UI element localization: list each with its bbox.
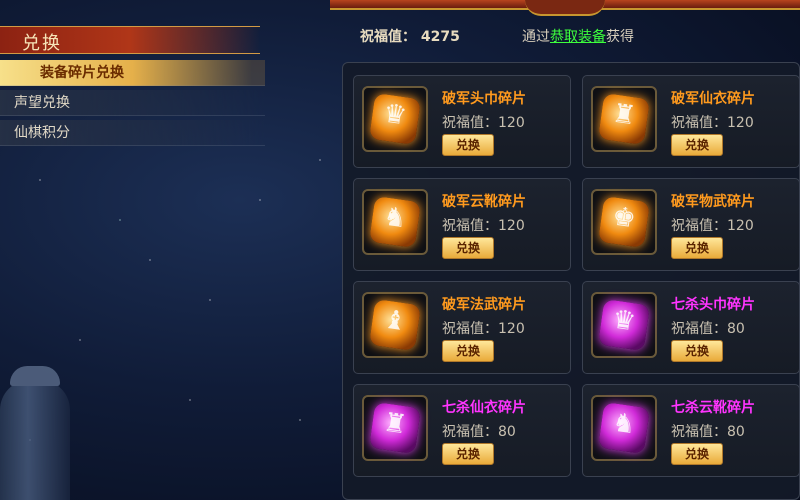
item-cost-label: 祝福值： [442, 321, 498, 337]
acquire-source-link[interactable]: 恭取装备 [550, 29, 606, 45]
item-cost: 祝福值：80 [671, 318, 745, 338]
menu-item-label: 声望兑换 [14, 95, 70, 111]
item-slot[interactable]: ♝ [362, 292, 428, 358]
menu-item-chess-points[interactable]: 仙棋积分 [0, 120, 265, 146]
exchange-button[interactable]: 兑换 [671, 340, 723, 362]
menu-title: 兑换 [0, 26, 260, 54]
item-cost: 祝福值：120 [671, 215, 754, 235]
exchange-item-card: ♚ 破军物武碎片 祝福值：120 兑换 [582, 178, 800, 271]
blessing-total-value: 4275 [420, 29, 460, 45]
menu-item-equipment-fragment-exchange[interactable]: 装备碎片兑换 [0, 60, 265, 86]
item-name: 破军头巾碎片 [442, 91, 526, 107]
item-slot[interactable]: ♜ [591, 86, 657, 152]
item-cost: 祝福值：120 [442, 215, 525, 235]
exchange-button[interactable]: 兑换 [671, 237, 723, 259]
exchange-item-card: ♜ 破军仙衣碎片 祝福值：120 兑换 [582, 75, 800, 168]
acquire-hint-prefix: 通过 [522, 29, 550, 45]
item-cost-label: 祝福值： [671, 218, 727, 234]
acquire-hint: 通过恭取装备获得 [522, 26, 634, 46]
blessing-total-label: 祝福值： [360, 29, 416, 45]
menu-item-reputation-exchange[interactable]: 声望兑换 [0, 90, 265, 116]
item-cost-label: 祝福值： [671, 321, 727, 337]
exchange-button[interactable]: 兑换 [671, 443, 723, 465]
item-name: 七杀云靴碎片 [671, 400, 755, 416]
item-name: 七杀头巾碎片 [671, 297, 755, 313]
item-cost-label: 祝福值： [442, 424, 498, 440]
exchange-button[interactable]: 兑换 [442, 237, 494, 259]
item-name: 破军仙衣碎片 [671, 91, 755, 107]
exchange-button[interactable]: 兑换 [442, 134, 494, 156]
item-slot[interactable]: ♞ [591, 395, 657, 461]
menu-item-label: 装备碎片兑换 [40, 65, 124, 81]
tower-decoration [0, 366, 70, 500]
item-slot[interactable]: ♛ [591, 292, 657, 358]
exchange-button[interactable]: 兑换 [442, 340, 494, 362]
top-ornament [525, 0, 605, 16]
item-cost-value: 120 [498, 321, 525, 337]
item-cost-label: 祝福值： [671, 115, 727, 131]
item-name: 破军云靴碎片 [442, 194, 526, 210]
exchange-item-card: ♜ 七杀仙衣碎片 祝福值：80 兑换 [353, 384, 571, 477]
exchange-button[interactable]: 兑换 [442, 443, 494, 465]
item-cost-value: 80 [727, 321, 745, 337]
item-slot[interactable]: ♚ [591, 189, 657, 255]
menu-title-text: 兑换 [22, 33, 62, 54]
exchange-item-card: ♛ 七杀头巾碎片 祝福值：80 兑换 [582, 281, 800, 374]
item-cost: 祝福值：120 [442, 112, 525, 132]
item-cost-label: 祝福值： [442, 218, 498, 234]
item-cost-value: 80 [727, 424, 745, 440]
exchange-item-card: ♛ 破军头巾碎片 祝福值：120 兑换 [353, 75, 571, 168]
exchange-grid: ♛ 破军头巾碎片 祝福值：120 兑换 ♜ 破军仙衣碎片 祝福值：120 兑换 ♞ 破军云靴碎片祝… [342, 62, 800, 500]
item-name: 七杀仙衣碎片 [442, 400, 526, 416]
item-cost-value: 120 [727, 115, 754, 131]
item-cost-value: 80 [498, 424, 516, 440]
item-cost-label: 祝福值： [671, 424, 727, 440]
item-cost-value: 120 [498, 115, 525, 131]
item-slot[interactable]: ♞ [362, 189, 428, 255]
exchange-item-card: ♝ 破军法武碎片 祝福值：120 兑换 [353, 281, 571, 374]
exchange-button[interactable]: 兑换 [671, 134, 723, 156]
item-cost: 祝福值：80 [442, 421, 516, 441]
item-cost-label: 祝福值： [442, 115, 498, 131]
item-name: 破军法武碎片 [442, 297, 526, 313]
item-cost: 祝福值：120 [671, 112, 754, 132]
item-slot[interactable]: ♛ [362, 86, 428, 152]
item-name: 破军物武碎片 [671, 194, 755, 210]
item-cost: 祝福值：120 [442, 318, 525, 338]
item-slot[interactable]: ♜ [362, 395, 428, 461]
item-cost-value: 120 [498, 218, 525, 234]
item-cost: 祝福值：80 [671, 421, 745, 441]
item-cost-value: 120 [727, 218, 754, 234]
exchange-item-card: ♞ 破军云靴碎片 祝福值：120 兑换 [353, 178, 571, 271]
acquire-hint-suffix: 获得 [606, 29, 634, 45]
blessing-total: 祝福值： 4275 [360, 26, 460, 46]
menu-item-label: 仙棋积分 [14, 125, 70, 141]
exchange-item-card: ♞ 七杀云靴碎片 祝福值：80 兑换 [582, 384, 800, 477]
